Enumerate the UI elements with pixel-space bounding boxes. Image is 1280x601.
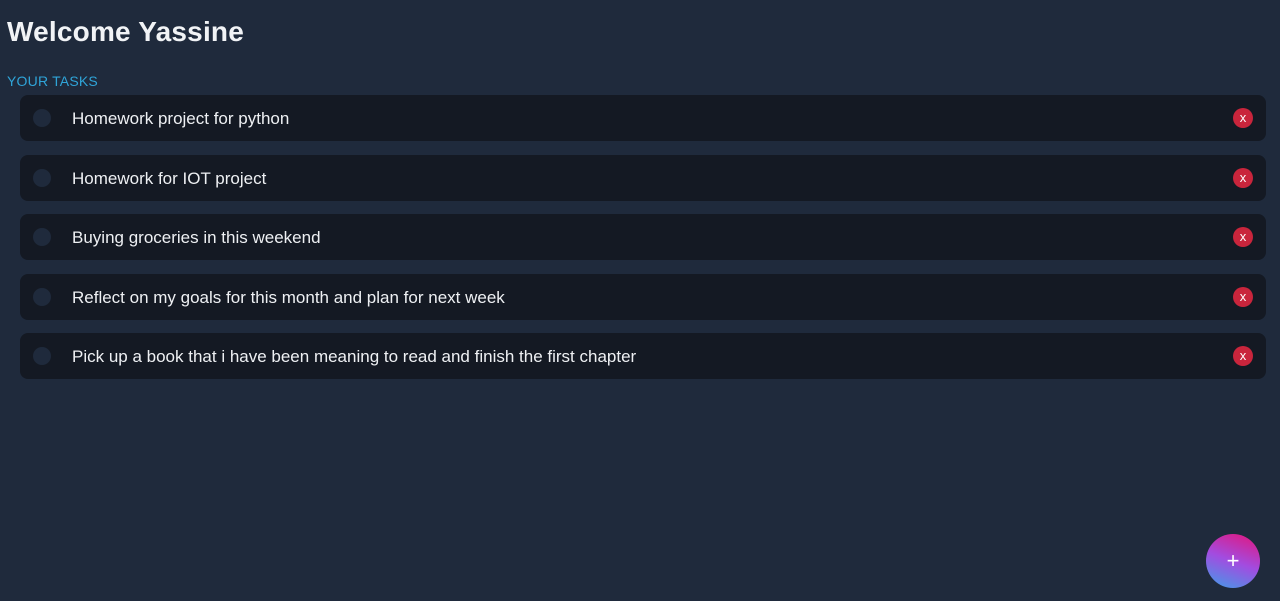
task-checkbox[interactable] xyxy=(33,287,51,306)
task-item[interactable]: Pick up a book that i have been meaning … xyxy=(20,333,1266,379)
task-text: Homework for IOT project xyxy=(72,168,267,188)
task-text: Pick up a book that i have been meaning … xyxy=(72,347,637,366)
task-checkbox[interactable] xyxy=(33,168,51,187)
delete-task-button[interactable]: x xyxy=(1233,227,1253,247)
task-item[interactable]: Homework project for python x xyxy=(20,95,1266,141)
task-item[interactable]: Reflect on my goals for this month and p… xyxy=(20,273,1266,320)
task-checkbox[interactable] xyxy=(33,228,51,246)
task-text: Buying groceries in this weekend xyxy=(72,228,321,247)
task-text: Homework project for python xyxy=(72,109,290,128)
task-checkbox[interactable] xyxy=(33,347,51,365)
task-text: Reflect on my goals for this month and p… xyxy=(72,287,505,307)
delete-task-button[interactable]: x xyxy=(1233,167,1253,188)
delete-task-button[interactable]: x xyxy=(1233,286,1253,307)
page-title: Welcome Yassine xyxy=(7,16,244,47)
add-task-button[interactable]: + xyxy=(1206,534,1260,588)
delete-task-button[interactable]: x xyxy=(1233,346,1253,366)
todo-page: Welcome Yassine YOUR TASKS Homework proj… xyxy=(0,0,1280,601)
tasks-section-label: YOUR TASKS xyxy=(7,73,98,89)
task-item[interactable]: Buying groceries in this weekend x xyxy=(20,214,1266,260)
task-list: Homework project for python x Homework f… xyxy=(7,95,1266,379)
task-checkbox[interactable] xyxy=(33,109,51,127)
delete-task-button[interactable]: x xyxy=(1233,108,1253,128)
task-item[interactable]: Homework for IOT project x xyxy=(20,154,1266,201)
